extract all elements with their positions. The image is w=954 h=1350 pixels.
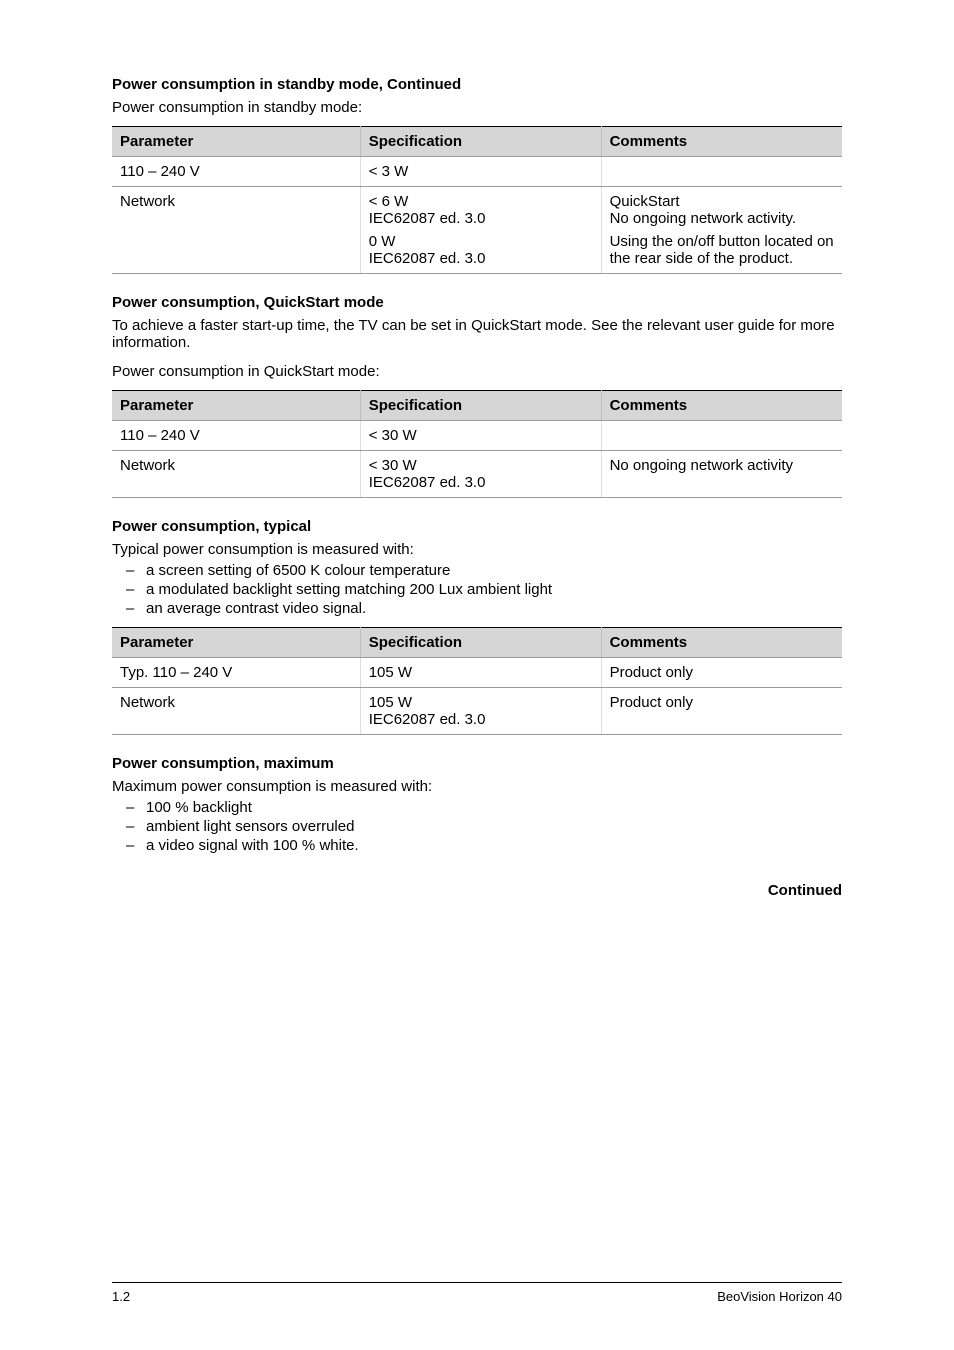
col-specification: Specification (360, 127, 601, 157)
cell-specification: < 3 W (360, 157, 601, 187)
continued-label: Continued (112, 882, 842, 899)
section1-heading: Power consumption in standby mode, Conti… (112, 76, 842, 93)
spec-line: < 6 W (369, 193, 593, 210)
cell-parameter: Network (112, 451, 360, 498)
col-parameter: Parameter (112, 127, 360, 157)
bullet-item: a screen setting of 6500 K colour temper… (112, 562, 842, 579)
comment-line: No ongoing network activity. (610, 210, 834, 227)
section1-caption: Power consumption in standby mode: (112, 99, 842, 116)
footer-left: 1.2 (112, 1289, 130, 1304)
cell-parameter: Network (112, 688, 360, 735)
table-row: Typ. 110 – 240 V 105 W Product only (112, 658, 842, 688)
cell-specification: < 6 W IEC62087 ed. 3.0 0 W IEC62087 ed. … (360, 187, 601, 274)
spec-line: < 30 W (369, 457, 593, 474)
section3-intro: Typical power consumption is measured wi… (112, 541, 842, 558)
spec-line: IEC62087 ed. 3.0 (369, 711, 593, 728)
cell-parameter: Typ. 110 – 240 V (112, 658, 360, 688)
section3-bullets: a screen setting of 6500 K colour temper… (112, 562, 842, 617)
col-parameter: Parameter (112, 391, 360, 421)
cell-comments (601, 421, 842, 451)
table-row: Network < 6 W IEC62087 ed. 3.0 0 W IEC62… (112, 187, 842, 274)
cell-specification: < 30 W (360, 421, 601, 451)
section2-intro: To achieve a faster start-up time, the T… (112, 317, 842, 351)
cell-parameter: 110 – 240 V (112, 421, 360, 451)
bullet-item: ambient light sensors overruled (112, 818, 842, 835)
bullet-item: a modulated backlight setting matching 2… (112, 581, 842, 598)
cell-parameter: 110 – 240 V (112, 157, 360, 187)
spec-line: 105 W (369, 694, 593, 711)
col-specification: Specification (360, 628, 601, 658)
cell-comments: Product only (601, 658, 842, 688)
col-comments: Comments (601, 127, 842, 157)
cell-comments: Product only (601, 688, 842, 735)
section2-caption: Power consumption in QuickStart mode: (112, 363, 842, 380)
spec-line: IEC62087 ed. 3.0 (369, 250, 593, 267)
section4-heading: Power consumption, maximum (112, 755, 842, 772)
table-row: 110 – 240 V < 3 W (112, 157, 842, 187)
section4-bullets: 100 % backlight ambient light sensors ov… (112, 799, 842, 854)
bullet-item: an average contrast video signal. (112, 600, 842, 617)
cell-parameter: Network (112, 187, 360, 274)
comment-line: QuickStart (610, 193, 834, 210)
cell-comments: No ongoing network activity (601, 451, 842, 498)
table-row: 110 – 240 V < 30 W (112, 421, 842, 451)
cell-specification: < 30 W IEC62087 ed. 3.0 (360, 451, 601, 498)
table-header-row: Parameter Specification Comments (112, 391, 842, 421)
table-header-row: Parameter Specification Comments (112, 628, 842, 658)
table-row: Network 105 W IEC62087 ed. 3.0 Product o… (112, 688, 842, 735)
table-quickstart: Parameter Specification Comments 110 – 2… (112, 390, 842, 498)
spec-line: IEC62087 ed. 3.0 (369, 474, 593, 491)
table-standby: Parameter Specification Comments 110 – 2… (112, 126, 842, 274)
section4-intro: Maximum power consumption is measured wi… (112, 778, 842, 795)
bullet-item: a video signal with 100 % white. (112, 837, 842, 854)
bullet-item: 100 % backlight (112, 799, 842, 816)
cell-comments (601, 157, 842, 187)
comment-line: Using the on/off button located on the r… (610, 233, 834, 267)
cell-specification: 105 W (360, 658, 601, 688)
col-comments: Comments (601, 391, 842, 421)
col-parameter: Parameter (112, 628, 360, 658)
footer-right: BeoVision Horizon 40 (717, 1289, 842, 1304)
table-typical: Parameter Specification Comments Typ. 11… (112, 627, 842, 735)
cell-comments: QuickStart No ongoing network activity. … (601, 187, 842, 274)
section3-heading: Power consumption, typical (112, 518, 842, 535)
col-comments: Comments (601, 628, 842, 658)
col-specification: Specification (360, 391, 601, 421)
table-header-row: Parameter Specification Comments (112, 127, 842, 157)
spec-line: IEC62087 ed. 3.0 (369, 210, 593, 227)
section2-heading: Power consumption, QuickStart mode (112, 294, 842, 311)
spec-line: 0 W (369, 233, 593, 250)
table-row: Network < 30 W IEC62087 ed. 3.0 No ongoi… (112, 451, 842, 498)
cell-specification: 105 W IEC62087 ed. 3.0 (360, 688, 601, 735)
page-footer: 1.2 BeoVision Horizon 40 (112, 1282, 842, 1304)
